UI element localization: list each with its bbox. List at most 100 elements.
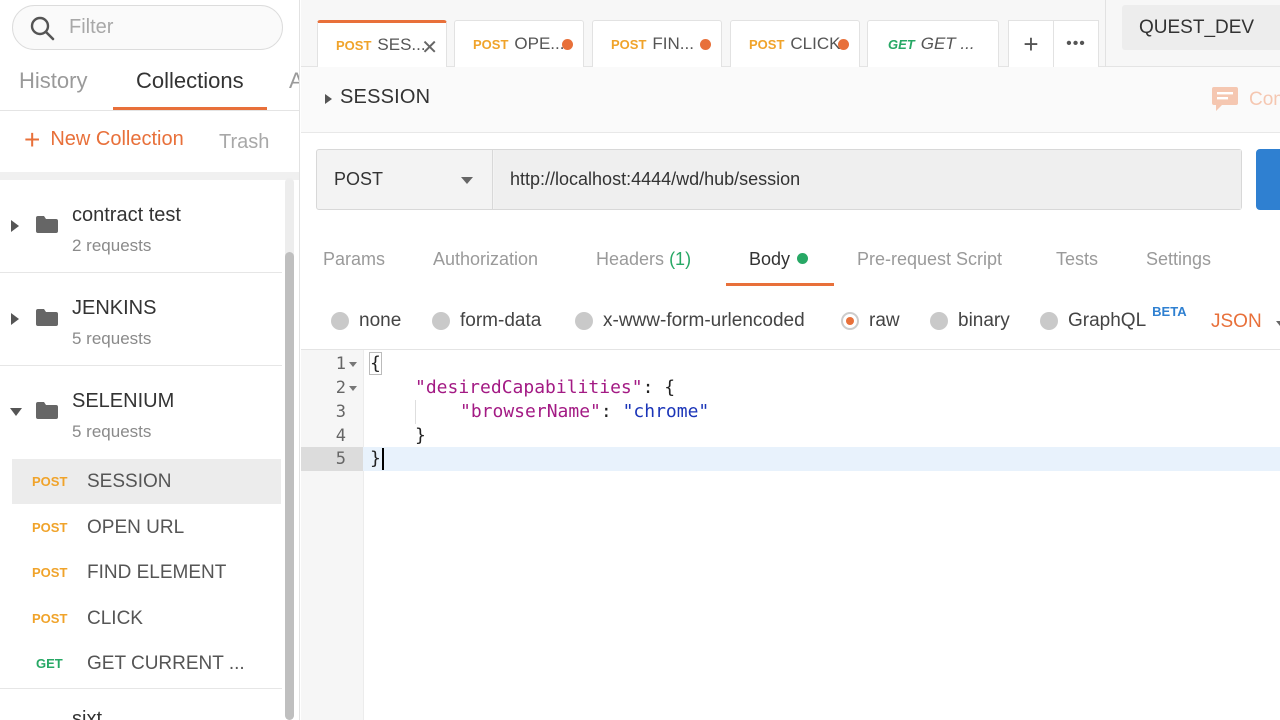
radio-form-data[interactable]: form-data bbox=[432, 310, 541, 332]
request-item-find-element[interactable]: POST FIND ELEMENT bbox=[12, 550, 281, 595]
url-row: POST bbox=[316, 149, 1242, 210]
method-badge: POST bbox=[32, 565, 68, 580]
fold-icon[interactable] bbox=[349, 362, 357, 367]
folder-name[interactable]: sixt bbox=[72, 708, 102, 720]
request-name: GET CURRENT ... bbox=[87, 652, 245, 674]
json-punct: } bbox=[415, 425, 426, 446]
method-select[interactable]: POST bbox=[317, 150, 493, 209]
radio-icon[interactable] bbox=[331, 312, 349, 330]
folder-jenkins[interactable]: JENKINS 5 requests bbox=[0, 273, 282, 366]
url-input[interactable] bbox=[494, 150, 1241, 209]
body-type-options: none form-data x-www-form-urlencoded raw… bbox=[301, 290, 1280, 350]
caret-right-icon[interactable] bbox=[11, 220, 19, 232]
code-line[interactable]: 3 "browserName": "chrome" bbox=[301, 400, 1280, 424]
tab-collections[interactable]: Collections bbox=[136, 68, 244, 94]
tab-params[interactable]: Params bbox=[323, 249, 385, 270]
tab-method: GET bbox=[888, 36, 915, 52]
radio-urlencoded[interactable]: x-www-form-urlencoded bbox=[575, 310, 805, 332]
request-tabbar: POST SES... ✕ POST OPE... POST FIN... PO… bbox=[301, 0, 1280, 67]
new-collection-button[interactable]: + New Collection bbox=[24, 125, 184, 153]
tab-headers[interactable]: Headers (1) bbox=[596, 249, 691, 270]
tab-settings[interactable]: Settings bbox=[1146, 249, 1211, 270]
request-tab-session[interactable]: POST SES... ✕ bbox=[317, 20, 447, 67]
tab-body-label: Body bbox=[749, 249, 791, 269]
tab-apis[interactable]: A bbox=[289, 68, 299, 94]
sidebar: History Collections A + New Collection T… bbox=[0, 0, 300, 720]
main-panel: POST SES... ✕ POST OPE... POST FIN... PO… bbox=[301, 0, 1280, 720]
divider bbox=[1105, 0, 1106, 67]
request-tab-open-url[interactable]: POST OPE... bbox=[454, 20, 584, 67]
request-item-get-current[interactable]: GET GET CURRENT ... bbox=[12, 641, 281, 686]
radio-label: x-www-form-urlencoded bbox=[603, 310, 805, 331]
code-editor[interactable]: 1 { 2 "desiredCapabilities": { 3 "browse… bbox=[301, 350, 1280, 720]
line-number: 5 bbox=[301, 447, 363, 471]
radio-selected-icon[interactable] bbox=[841, 312, 859, 330]
environment-select[interactable]: QUEST_DEV bbox=[1122, 5, 1280, 50]
tab-body[interactable]: Body bbox=[749, 249, 809, 270]
chevron-down-icon[interactable] bbox=[1276, 321, 1280, 326]
caret-right-icon[interactable] bbox=[11, 313, 19, 325]
comment-icon[interactable] bbox=[1212, 87, 1238, 111]
request-tab-find-element[interactable]: POST FIN... bbox=[592, 20, 722, 67]
text-cursor bbox=[381, 448, 384, 470]
radio-icon[interactable] bbox=[432, 312, 450, 330]
request-item-open-url[interactable]: POST OPEN URL bbox=[12, 505, 281, 550]
request-name: SESSION bbox=[87, 470, 172, 492]
code-text: } bbox=[370, 447, 384, 471]
caret-right-icon[interactable] bbox=[325, 94, 332, 104]
tab-name: GET ... bbox=[920, 34, 975, 53]
send-button[interactable] bbox=[1256, 149, 1280, 210]
divider bbox=[0, 110, 299, 111]
folder-name: JENKINS bbox=[72, 297, 157, 319]
code-line[interactable]: 4 } bbox=[301, 424, 1280, 448]
folder-selenium[interactable]: SELENIUM 5 requests bbox=[0, 366, 282, 459]
comments-label[interactable]: Comments bbox=[1249, 89, 1280, 111]
json-punct: : { bbox=[642, 377, 676, 398]
radio-icon[interactable] bbox=[575, 312, 593, 330]
collection-actions: + New Collection Trash bbox=[0, 112, 299, 172]
code-line[interactable]: 2 "desiredCapabilities": { bbox=[301, 376, 1280, 400]
tab-method: POST bbox=[749, 36, 785, 52]
folder-count: 2 requests bbox=[72, 236, 152, 255]
trash-button[interactable]: Trash bbox=[219, 131, 269, 154]
radio-raw[interactable]: raw bbox=[841, 310, 900, 332]
tab-name: FIN... bbox=[652, 34, 694, 53]
request-item-session[interactable]: POST SESSION bbox=[12, 459, 281, 504]
tab-history[interactable]: History bbox=[19, 68, 87, 94]
request-name: CLICK bbox=[87, 607, 143, 629]
method-badge: POST bbox=[32, 520, 68, 535]
more-tabs-button[interactable]: ••• bbox=[1053, 20, 1099, 67]
radio-label: form-data bbox=[460, 310, 542, 331]
request-title[interactable]: SESSION bbox=[340, 86, 430, 109]
unsaved-dot-icon bbox=[700, 39, 711, 50]
method-badge: GET bbox=[36, 656, 63, 671]
radio-icon[interactable] bbox=[1040, 312, 1058, 330]
tab-authorization[interactable]: Authorization bbox=[433, 249, 538, 270]
filter-box[interactable] bbox=[12, 5, 283, 50]
code-line-current[interactable]: 5 } bbox=[301, 447, 1280, 471]
radio-none[interactable]: none bbox=[331, 310, 401, 332]
radio-icon[interactable] bbox=[930, 312, 948, 330]
radio-binary[interactable]: binary bbox=[930, 310, 1010, 332]
line-number: 2 bbox=[335, 378, 346, 398]
fold-icon[interactable] bbox=[349, 386, 357, 391]
request-tab-click[interactable]: POST CLICK bbox=[730, 20, 860, 67]
radio-graphql[interactable]: GraphQL BETA bbox=[1040, 304, 1187, 332]
request-item-click[interactable]: POST CLICK bbox=[12, 596, 281, 641]
tab-tests[interactable]: Tests bbox=[1056, 249, 1098, 270]
scrollbar-thumb[interactable] bbox=[285, 252, 294, 720]
format-select[interactable]: JSON bbox=[1211, 311, 1262, 333]
request-tab-get-current[interactable]: GET GET ... bbox=[867, 20, 999, 67]
caret-down-icon[interactable] bbox=[10, 408, 22, 416]
folder-name: contract test bbox=[72, 204, 181, 226]
new-tab-button[interactable]: + bbox=[1008, 20, 1054, 67]
divider bbox=[0, 688, 282, 689]
close-icon[interactable]: ✕ bbox=[421, 35, 438, 60]
folder-contract-test[interactable]: contract test 2 requests bbox=[0, 180, 282, 273]
tab-prerequest-script[interactable]: Pre-request Script bbox=[857, 249, 1002, 270]
filter-input[interactable] bbox=[69, 16, 259, 39]
divider bbox=[0, 172, 299, 180]
code-line[interactable]: 1 { bbox=[301, 352, 1280, 376]
sidebar-tabs: History Collections A bbox=[0, 58, 299, 110]
unsaved-dot-icon bbox=[838, 39, 849, 50]
